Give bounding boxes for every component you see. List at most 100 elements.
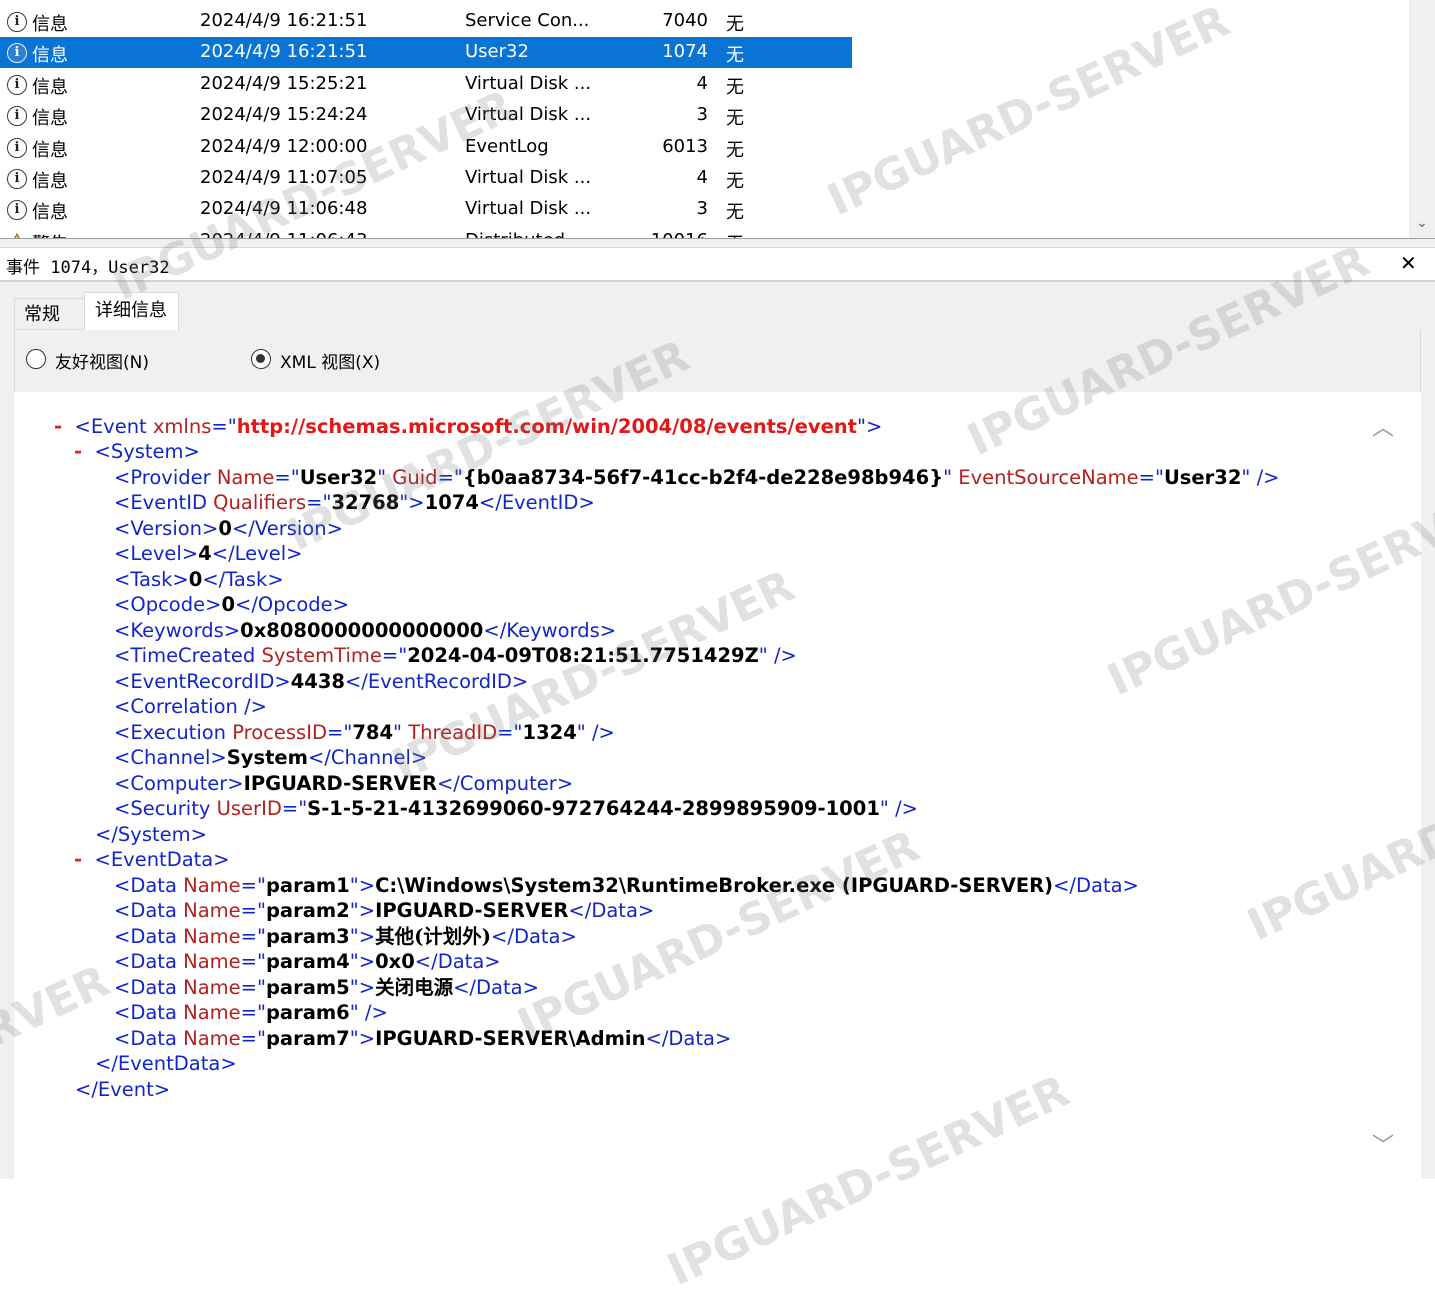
event-row[interactable]: i 信息 2024/4/9 16:21:51 User32 1074 无 (0, 37, 852, 69)
xml-execution: <Execution ProcessID="784" ThreadID="132… (114, 721, 615, 744)
event-row[interactable]: i 信息 2024/4/9 15:25:21 Virtual Disk ... 4 无 (0, 69, 852, 100)
xml-param6: <Data Name="param6" /> (114, 1001, 388, 1024)
pane-splitter[interactable] (0, 238, 1435, 248)
event-id: 3 (696, 104, 708, 126)
event-category: 无 (726, 202, 744, 224)
event-source: Virtual Disk ... (465, 72, 592, 94)
xml-param7: <Data Name="param7">IPGUARD-SERVER\Admin… (114, 1027, 732, 1050)
event-source: Virtual Disk ... (465, 104, 592, 126)
xml-eventdata-close: </EventData> (95, 1052, 237, 1075)
info-icon: i (7, 200, 27, 221)
xml-param2: <Data Name="param2">IPGUARD-SERVER</Data… (114, 899, 655, 922)
event-id: 10016 (600, 230, 708, 238)
xml-version: <Version>0</Version> (114, 517, 343, 540)
event-level: 信息 (32, 108, 68, 130)
event-category: 无 (726, 108, 744, 130)
xml-provider: <Provider Name="User32" Guid="{b0aa8734-… (114, 466, 1280, 489)
collapse-toggle[interactable]: - (54, 415, 62, 438)
event-category: 无 (726, 76, 744, 98)
panel-left-border (0, 330, 14, 1179)
xml-task: <Task>0</Task> (114, 568, 284, 591)
xml-view: - <Event xmlns="http://schemas.microsoft… (38, 392, 1370, 1179)
event-id: 4 (696, 167, 708, 188)
event-category: 无 (726, 14, 744, 35)
xml-event-open: - <Event xmlns="http://schemas.microsoft… (54, 415, 883, 438)
event-row[interactable]: i 信息 2024/4/9 12:00:00 EventLog 6013 无 (0, 132, 852, 163)
event-source: EventLog (465, 135, 549, 157)
xml-event-close: </Event> (75, 1078, 171, 1101)
tab-details[interactable]: 详细信息 (84, 292, 179, 331)
event-row[interactable]: i 信息 2024/4/9 16:21:51 Service Con... 7040 无 (0, 6, 852, 37)
xml-keywords: <Keywords>0x8080000000000000</Keywords> (114, 619, 617, 642)
event-source: Virtual Disk ... (465, 198, 592, 220)
xml-view-label[interactable]: XML 视图(X) (280, 348, 380, 373)
event-row[interactable]: i 信息 2024/4/9 11:07:05 Virtual Disk ... 4 无 (0, 163, 852, 194)
event-id: 3 (696, 198, 708, 220)
event-date: 2024/4/9 15:25:21 (200, 72, 368, 94)
xml-eventdata-open: - <EventData> (74, 848, 230, 871)
event-row[interactable]: 警告 2024/4/9 11:06:43 Distributed ... 10016 无 (0, 226, 852, 238)
event-level: 信息 (32, 139, 68, 161)
event-id: 6013 (662, 135, 708, 157)
xml-param4: <Data Name="param4">0x0</Data> (114, 950, 501, 973)
event-level: 警告 (32, 230, 68, 238)
xml-eventid: <EventID Qualifiers="32768">1074</EventI… (114, 491, 595, 514)
event-category: 无 (726, 171, 744, 192)
chevron-up-icon[interactable]: ︿ (1372, 410, 1394, 442)
xml-channel: <Channel>System</Channel> (114, 746, 428, 769)
xml-timecreated: <TimeCreated SystemTime="2024-04-09T08:2… (114, 644, 797, 667)
event-level: 信息 (32, 202, 68, 224)
event-id: 7040 (662, 10, 708, 31)
xml-view-radio[interactable] (251, 349, 271, 369)
info-icon: i (7, 74, 27, 95)
info-icon: i (7, 106, 27, 127)
event-date: 2024/4/9 16:21:51 (200, 10, 368, 31)
info-icon: i (7, 43, 27, 64)
event-category: 无 (726, 230, 744, 238)
info-icon: i (7, 137, 27, 158)
event-level: 信息 (32, 76, 68, 98)
panel-right-border (1421, 330, 1435, 1179)
event-source: Virtual Disk ... (465, 167, 592, 188)
friendly-view-label[interactable]: 友好视图(N) (55, 348, 149, 373)
scroll-down-icon[interactable]: ⌄ (1414, 215, 1430, 233)
event-level: 信息 (32, 14, 68, 35)
event-level: 信息 (32, 171, 68, 192)
view-options: 友好视图(N) XML 视图(X) (14, 330, 1421, 392)
collapse-toggle[interactable]: - (74, 440, 82, 463)
event-detail-title: 事件 1074，User32 (6, 258, 170, 278)
chevron-down-icon[interactable]: ﹀ (1372, 1128, 1394, 1160)
xml-scrollbar[interactable] (1370, 392, 1396, 1179)
xml-right-margin (1396, 392, 1421, 1179)
xml-opcode: <Opcode>0</Opcode> (114, 593, 350, 616)
event-row[interactable]: i 信息 2024/4/9 11:06:48 Virtual Disk ... 3 无 (0, 194, 852, 225)
tab-bar: 常规 详细信息 (0, 282, 1435, 331)
xml-correlation: <Correlation /> (114, 695, 267, 718)
xml-system-open: - <System> (74, 440, 200, 463)
event-row[interactable]: i 信息 2024/4/9 15:24:24 Virtual Disk ... 3 无 (0, 100, 852, 131)
event-date: 2024/4/9 11:07:05 (200, 167, 368, 188)
xml-system-close: </System> (95, 823, 207, 846)
event-list: i 信息 2024/4/9 16:21:51 Service Con... 7040 无 i… (0, 0, 1435, 238)
event-list-scrollbar[interactable] (1409, 0, 1435, 238)
collapse-toggle[interactable]: - (74, 848, 82, 871)
event-source: Service Con... (465, 10, 590, 31)
event-date: 2024/4/9 11:06:43 (200, 230, 367, 238)
friendly-view-radio[interactable] (26, 349, 46, 369)
xml-eventrecordid: <EventRecordID>4438</EventRecordID> (114, 670, 529, 693)
event-category: 无 (726, 139, 744, 161)
close-icon[interactable]: ✕ (1400, 251, 1417, 275)
event-id: 1074 (662, 41, 708, 63)
xml-security: <Security UserID="S-1-5-21-4132699060-97… (114, 797, 918, 820)
info-icon: i (7, 169, 27, 189)
radio-selected-dot (256, 354, 265, 363)
event-date: 2024/4/9 15:24:24 (200, 104, 368, 126)
xml-level: <Level>4</Level> (114, 542, 303, 565)
xml-computer: <Computer>IPGUARD-SERVER</Computer> (114, 772, 574, 795)
event-source: User32 (465, 41, 529, 63)
event-source: Distributed ... (465, 230, 588, 238)
event-date: 2024/4/9 12:00:00 (200, 135, 368, 157)
tab-general[interactable]: 常规 (14, 298, 84, 330)
event-id: 4 (696, 72, 708, 94)
xml-param1: <Data Name="param1">C:\Windows\System32\… (114, 874, 1139, 897)
